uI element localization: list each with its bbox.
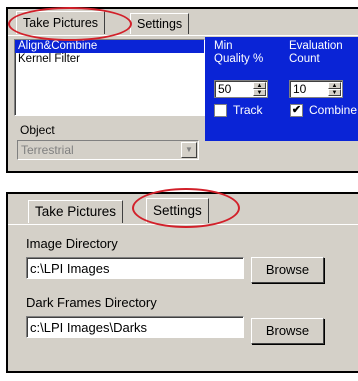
dark-frames-directory-field[interactable]: c:\LPI Images\Darks — [26, 316, 244, 338]
browse-dark-frames-button[interactable]: Browse — [251, 318, 324, 344]
chevron-down-icon[interactable]: ▼ — [181, 142, 197, 158]
tab-divider — [8, 35, 358, 36]
arrow-down-icon[interactable]: ▼ — [328, 89, 341, 96]
take-pictures-panel: Take Pictures Settings Align&Combine Ker… — [6, 7, 358, 173]
combine-checkbox[interactable]: ✔ — [290, 104, 303, 117]
tab-settings[interactable]: Settings — [146, 198, 209, 223]
tab-strip: Take Pictures Settings — [8, 194, 358, 226]
evaluation-count-spinner[interactable]: 10 ▲ ▼ — [289, 80, 343, 98]
arrow-up-icon[interactable]: ▲ — [253, 82, 266, 89]
image-directory-field[interactable]: c:\LPI Images — [26, 257, 244, 279]
browse-image-directory-button[interactable]: Browse — [251, 257, 324, 283]
min-quality-label: Min Quality % — [214, 40, 264, 65]
object-dropdown[interactable]: Terrestrial ▼ — [17, 140, 199, 160]
image-directory-label: Image Directory — [26, 236, 118, 251]
arrow-up-icon[interactable]: ▲ — [328, 82, 341, 89]
object-value: Terrestrial — [21, 143, 74, 157]
spinner-buttons[interactable]: ▲ ▼ — [252, 82, 266, 96]
object-label: Object — [20, 123, 55, 137]
tab-divider — [8, 224, 358, 225]
min-quality-value: 50 — [218, 82, 232, 96]
dark-frames-directory-label: Dark Frames Directory — [26, 295, 157, 310]
evaluation-count-label: Evaluation Count — [289, 40, 343, 65]
tab-take-pictures[interactable]: Take Pictures — [28, 200, 124, 223]
dark-frames-directory-value: c:\LPI Images\Darks — [30, 320, 148, 335]
list-item[interactable]: Align&Combine — [15, 40, 204, 53]
spinner-buttons[interactable]: ▲ ▼ — [327, 82, 341, 96]
combine-label: Combine — [309, 103, 358, 117]
track-label: Track — [233, 103, 263, 117]
min-quality-spinner[interactable]: 50 ▲ ▼ — [214, 80, 268, 98]
mode-list[interactable]: Align&Combine Kernel Filter — [14, 39, 205, 116]
image-directory-value: c:\LPI Images — [30, 261, 110, 276]
track-checkbox[interactable] — [214, 104, 227, 117]
list-item[interactable]: Kernel Filter — [15, 53, 204, 66]
arrow-down-icon[interactable]: ▼ — [253, 89, 266, 96]
tab-settings[interactable]: Settings — [130, 13, 190, 34]
settings-panel: Take Pictures Settings Image Directory c… — [6, 188, 358, 373]
evaluation-count-value: 10 — [293, 82, 307, 96]
tab-strip: Take Pictures Settings — [8, 9, 358, 37]
tab-take-pictures[interactable]: Take Pictures — [16, 11, 106, 34]
